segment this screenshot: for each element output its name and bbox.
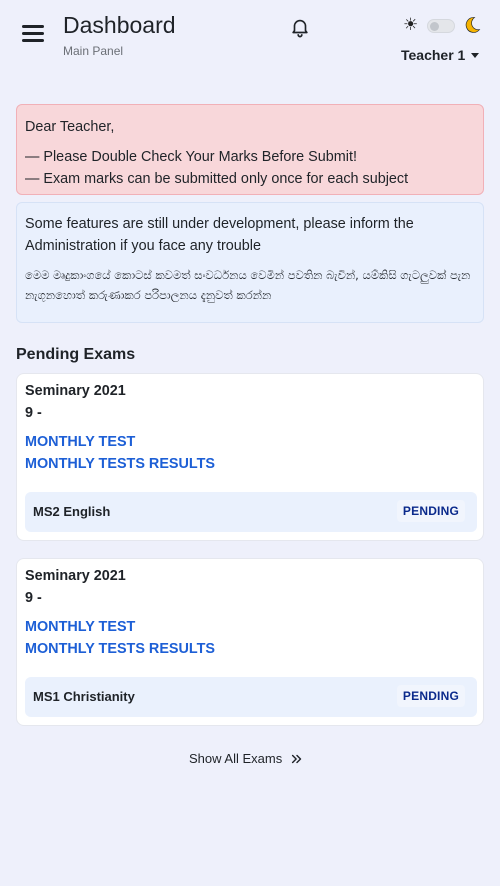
exam-course: Seminary 2021 [25, 383, 126, 399]
section-title: Pending Exams [16, 346, 136, 363]
monthly-results-link[interactable]: MONTHLY TESTS RESULTS [25, 456, 215, 472]
show-all-label: Show All Exams [189, 751, 283, 766]
moon-icon [465, 17, 481, 33]
monthly-test-link[interactable]: MONTHLY TEST [25, 434, 135, 450]
exam-grade: 9 - [25, 405, 42, 421]
show-all-exams-button[interactable]: Show All Exams [189, 751, 304, 766]
exam-course: Seminary 2021 [25, 568, 126, 584]
alert-line: — Exam marks can be submitted only once … [25, 171, 409, 187]
alert-line: — Please Double Check Your Marks Before … [25, 149, 357, 165]
app-header: Dashboard Main Panel ☀ Teacher 1 [0, 0, 500, 80]
user-dropdown[interactable]: Teacher 1 [401, 47, 480, 63]
bell-icon[interactable] [289, 16, 311, 38]
theme-toggle[interactable] [427, 19, 455, 33]
subject-name: MS2 English [33, 504, 111, 519]
alert-greeting: Dear Teacher, [25, 119, 115, 135]
status-badge: PENDING [396, 500, 465, 522]
subject-row[interactable]: MS1 Christianity PENDING [25, 677, 477, 717]
subject-row[interactable]: MS2 English PENDING [25, 492, 477, 532]
warning-alert: Dear Teacher, — Please Double Check Your… [16, 104, 484, 195]
monthly-results-link[interactable]: MONTHLY TESTS RESULTS [25, 641, 215, 657]
exam-card: Seminary 2021 9 - MONTHLY TEST MONTHLY T… [16, 373, 484, 541]
status-badge: PENDING [396, 685, 465, 707]
double-chevron-right-icon [292, 754, 302, 763]
info-english-text: Some features are still under developmen… [25, 216, 414, 254]
subject-name: MS1 Christianity [33, 689, 135, 704]
page-subtitle: Main Panel [63, 44, 124, 58]
user-name: Teacher 1 [401, 47, 466, 63]
exam-grade: 9 - [25, 590, 42, 606]
page-title: Dashboard [63, 12, 176, 38]
info-alert: Some features are still under developmen… [16, 202, 484, 323]
info-sinhala-text: මෙම මෘදුකාංගයේ කොටස් කවමත් සංවර්ධනය වෙමි… [25, 268, 471, 302]
monthly-test-link[interactable]: MONTHLY TEST [25, 619, 135, 635]
sun-icon: ☀ [403, 15, 419, 35]
hamburger-menu-icon[interactable] [22, 25, 46, 43]
caret-down-icon [471, 53, 480, 58]
toggle-knob [430, 22, 439, 31]
exam-card: Seminary 2021 9 - MONTHLY TEST MONTHLY T… [16, 558, 484, 726]
